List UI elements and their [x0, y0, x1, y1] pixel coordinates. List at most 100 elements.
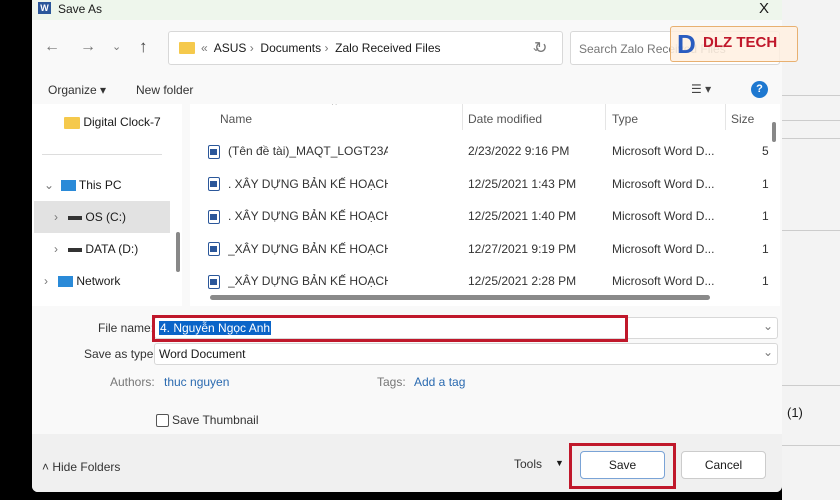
file-row[interactable]: _XÂY DỰNG BẢN KẾ HOẠCH 12/25/2021 2:28 P…: [190, 267, 780, 295]
file-row[interactable]: . XÂY DỰNG BẢN KẾ HOẠCH 12/25/2021 1:43 …: [190, 170, 780, 198]
navigation-pane: Digital Clock-7 ⌄ This PC › OS (C:) › DA…: [32, 104, 182, 306]
file-size: 1: [762, 241, 769, 256]
save-highlight-box: [569, 443, 676, 489]
folder-icon: [179, 42, 195, 54]
save-as-dialog: W Save As X ← → ⌄ ↑ « ASUS › Documents ›…: [32, 0, 798, 492]
file-size: 5: [762, 144, 769, 158]
chevron-down-icon[interactable]: ⌄: [763, 319, 773, 333]
chevron-right-icon: ›: [44, 274, 48, 288]
file-size: 1: [762, 209, 769, 223]
save-as-type-label: Save as type:: [84, 347, 157, 361]
network-icon: [58, 276, 74, 288]
tools-dropdown-icon[interactable]: ▼: [555, 458, 564, 468]
file-date: 12/25/2021 2:28 PM: [468, 274, 577, 288]
file-row[interactable]: . XÂY DỰNG BẢN KẾ HOẠCH 12/25/2021 1:40 …: [190, 202, 780, 230]
sidebar-label: DATA (D:): [85, 242, 139, 256]
folder-icon: [64, 116, 80, 129]
new-folder-button[interactable]: New folder: [136, 83, 193, 97]
close-button[interactable]: X: [759, 0, 769, 17]
horizontal-scrollbar[interactable]: [210, 295, 710, 300]
drive-icon: [68, 215, 83, 220]
hide-folders-button[interactable]: ˄ Hide Folders: [42, 460, 120, 474]
chevron-right-icon: ›: [54, 242, 58, 256]
os-c-row: › OS (C:): [54, 210, 126, 224]
file-name: . XÂY DỰNG BẢN KẾ HOẠCH: [228, 209, 388, 223]
hide-folders-label: Hide Folders: [52, 460, 121, 474]
divider: [42, 154, 162, 155]
help-icon[interactable]: ?: [751, 81, 768, 98]
window-title: Save As: [58, 2, 103, 16]
file-type: Microsoft Word D...: [612, 209, 715, 223]
authors-field[interactable]: thuc nguyen: [164, 375, 229, 389]
save-thumbnail-label[interactable]: Save Thumbnail: [172, 413, 259, 427]
word-doc-icon: [208, 235, 220, 263]
column-name[interactable]: Name: [220, 105, 252, 133]
sidebar-item-data-d[interactable]: › DATA (D:): [54, 242, 138, 256]
chevron-down-icon: ⌄: [44, 178, 55, 192]
word-doc-icon: [208, 267, 220, 295]
file-type: Microsoft Word D...: [612, 176, 715, 191]
file-type: Microsoft Word D...: [612, 274, 715, 288]
column-date[interactable]: Date modified: [468, 105, 542, 133]
tools-button[interactable]: Tools: [514, 457, 542, 471]
separator: ›: [249, 41, 254, 55]
file-date: 12/25/2021 1:40 PM: [468, 209, 577, 223]
file-date: 2/23/2022 9:16 PM: [468, 144, 570, 158]
file-name: _XÂY DỰNG BẢN KẾ HOẠCH: [228, 241, 388, 256]
forward-icon[interactable]: →: [80, 38, 96, 56]
computer-icon: [60, 180, 76, 192]
sidebar-label: Network: [76, 274, 121, 288]
word-doc-icon: [208, 137, 220, 165]
save-as-type-select[interactable]: Word Document ⌄: [154, 343, 778, 365]
chevron-right-icon: ›: [54, 210, 58, 224]
vertical-scrollbar[interactable]: [772, 122, 776, 142]
address-bar[interactable]: « ASUS › Documents › Zalo Received Files…: [168, 31, 563, 65]
cancel-button[interactable]: Cancel: [681, 451, 766, 479]
file-date: 12/27/2021 9:19 PM: [468, 241, 577, 256]
chevron-down-icon[interactable]: ⌄: [763, 345, 773, 359]
view-options-button[interactable]: ☰ ▾: [691, 82, 711, 96]
refresh-icon[interactable]: ↻: [534, 38, 547, 58]
file-name: . XÂY DỰNG BẢN KẾ HOẠCH: [228, 176, 388, 191]
sidebar-scrollbar[interactable]: [176, 232, 180, 272]
background-count: (1): [787, 405, 803, 420]
tags-field[interactable]: Add a tag: [414, 375, 465, 389]
word-icon: W: [38, 2, 51, 14]
sidebar-item-this-pc[interactable]: ⌄ This PC: [44, 178, 122, 192]
breadcrumb-documents[interactable]: Documents: [260, 41, 321, 55]
background-document: (1): [782, 0, 840, 500]
organize-button[interactable]: Organize ▾: [48, 83, 106, 97]
breadcrumb-asus[interactable]: ASUS: [214, 41, 247, 55]
save-as-type-value: Word Document: [159, 347, 246, 361]
authors-label: Authors:: [110, 375, 155, 389]
breadcrumb-zalo[interactable]: Zalo Received Files: [335, 41, 440, 55]
column-headers: Name Date modified Type Size: [190, 105, 780, 133]
file-row[interactable]: _XÂY DỰNG BẢN KẾ HOẠCH 12/27/2021 9:19 P…: [190, 235, 780, 263]
up-icon[interactable]: ↑: [139, 37, 148, 57]
file-row[interactable]: (Tên đề tài)_MAQT_LOGT23A 2/23/2022 9:16…: [190, 137, 780, 165]
word-doc-icon: [208, 202, 220, 230]
sidebar-label: OS (C:): [85, 210, 127, 224]
watermark-logo: D DLZ TECH: [670, 26, 798, 62]
separator: ›: [324, 41, 329, 55]
breadcrumb-overflow[interactable]: «: [201, 41, 208, 55]
file-type: Microsoft Word D...: [612, 241, 715, 256]
sidebar-item-network[interactable]: › Network: [44, 274, 120, 288]
sidebar-label: This PC: [78, 178, 122, 192]
recent-chevron-down-icon[interactable]: ⌄: [112, 40, 121, 53]
save-thumbnail-checkbox[interactable]: [156, 414, 169, 427]
sidebar-label: Digital Clock-7: [83, 115, 161, 129]
file-name-label: File name:: [98, 321, 155, 335]
file-type: Microsoft Word D...: [612, 144, 715, 158]
word-doc-icon: [208, 170, 220, 198]
tags-label: Tags:: [377, 375, 406, 389]
file-name: _XÂY DỰNG BẢN KẾ HOẠCH: [228, 274, 388, 288]
column-type[interactable]: Type: [612, 105, 638, 133]
file-name: (Tên đề tài)_MAQT_LOGT23A: [228, 144, 388, 158]
drive-icon: [68, 247, 83, 252]
column-size[interactable]: Size: [731, 105, 754, 133]
file-size: 1: [762, 176, 769, 191]
sidebar-item-digital-clock[interactable]: Digital Clock-7: [64, 115, 161, 129]
file-list: ^ Name Date modified Type Size (Tên đề t…: [190, 104, 780, 306]
back-icon[interactable]: ←: [44, 38, 60, 56]
